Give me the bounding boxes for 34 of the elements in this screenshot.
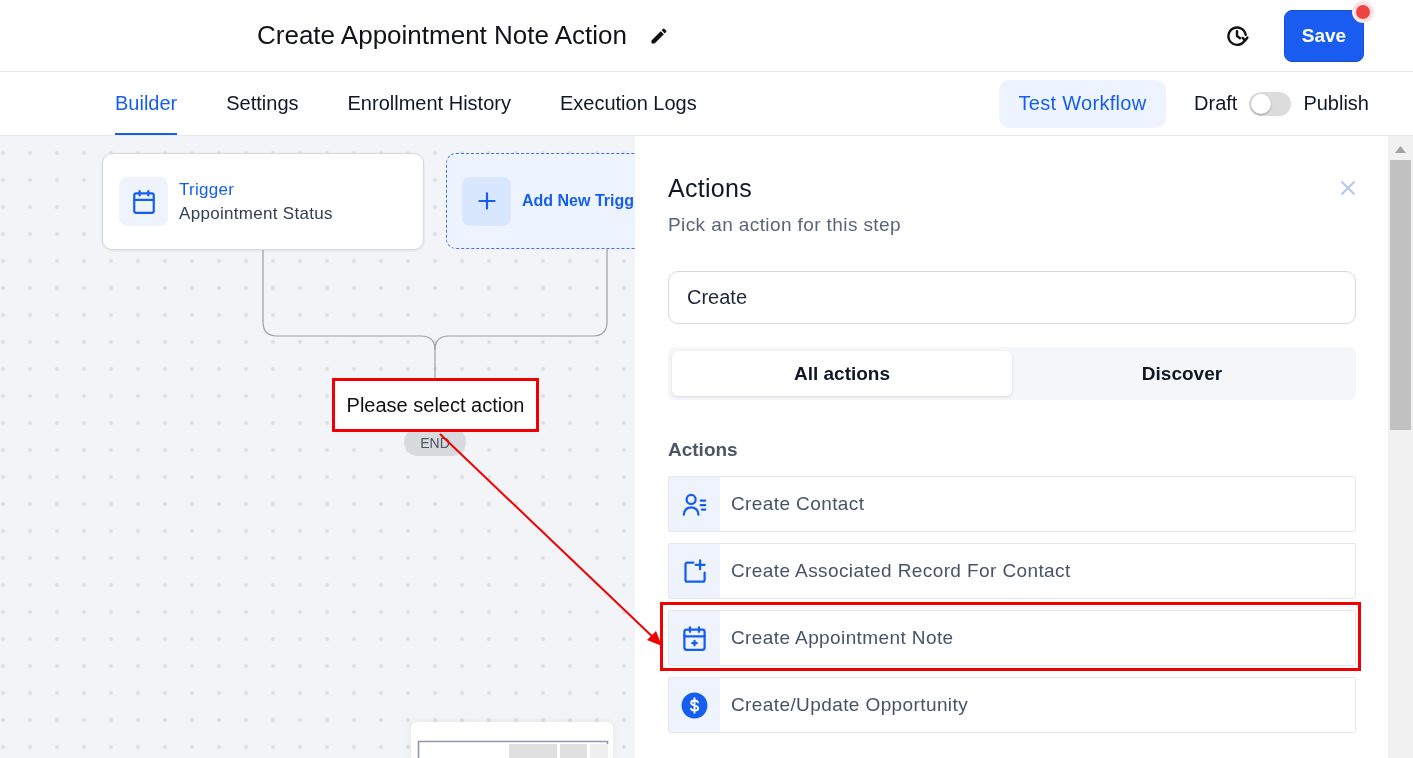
search-field[interactable]: Create (668, 271, 1356, 324)
trigger-name: Appointment Status (179, 203, 333, 224)
test-workflow-button[interactable]: Test Workflow (999, 79, 1167, 128)
pencil-icon[interactable] (649, 25, 669, 46)
action-item[interactable]: Create Appointment Note (668, 610, 1356, 666)
scrollbar[interactable] (1388, 136, 1413, 758)
segment-tab[interactable]: Discover (1012, 351, 1352, 396)
draft-label: Draft (1194, 92, 1238, 115)
publish-toggle[interactable] (1249, 91, 1292, 116)
action-item[interactable]: Create/Update Opportunity (668, 677, 1356, 733)
section-heading: Actions (668, 438, 739, 462)
scroll-up-arrow-icon[interactable] (1395, 146, 1406, 153)
scrollbar-thumb[interactable] (1390, 160, 1411, 430)
segment-tab[interactable]: All actions (672, 351, 1012, 396)
user-list-icon (669, 477, 720, 531)
tab[interactable]: Settings (226, 72, 299, 135)
trigger-label: Trigger (179, 179, 236, 200)
panel-title: Actions (668, 174, 753, 202)
action-item[interactable]: Create Contact (668, 476, 1356, 532)
panel-subtitle: Pick an action for this step (668, 213, 902, 237)
calendar-plus-icon (669, 611, 720, 665)
calendar-icon (119, 177, 168, 226)
action-item[interactable]: Create Associated Record For Contact (668, 543, 1356, 599)
annotation-callout: Please select action (332, 378, 539, 432)
trigger-card[interactable]: Trigger Appointment Status (102, 153, 424, 250)
page-title: Create Appointment Note Action (257, 20, 627, 51)
publish-label: Publish (1303, 92, 1369, 115)
add-trigger-card[interactable]: Add New Trigg (446, 153, 635, 249)
square-plus-icon (669, 544, 720, 598)
tab[interactable]: Execution Logs (559, 72, 697, 135)
plus-icon (462, 176, 511, 226)
dollar-icon (669, 678, 720, 732)
tab[interactable]: Enrollment History (347, 72, 511, 135)
save-button[interactable]: Save (1284, 9, 1364, 62)
